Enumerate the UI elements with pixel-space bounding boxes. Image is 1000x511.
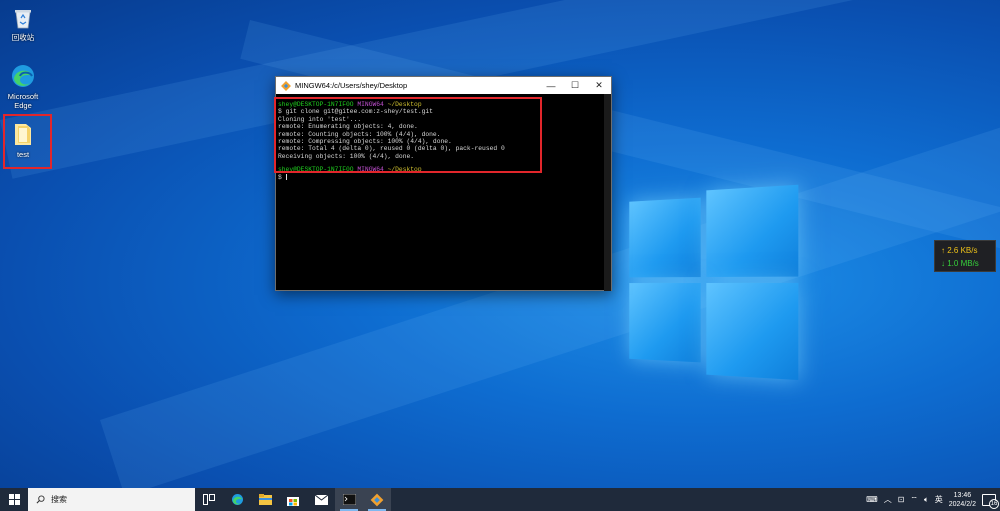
terminal-icon (342, 494, 356, 505)
git-bash-icon (281, 80, 291, 91)
search-icon (36, 495, 45, 504)
desktop-icon-label: 回收站 (11, 33, 35, 42)
close-button[interactable]: ✕ (587, 77, 611, 94)
terminal-title-bar[interactable]: MINGW64:/c/Users/shey/Desktop — ☐ ✕ (276, 77, 611, 94)
clock-date: 2024/2/2 (948, 500, 976, 508)
taskbar-store[interactable] (279, 488, 307, 511)
mail-icon (314, 494, 328, 505)
taskbar-file-explorer[interactable] (251, 488, 279, 511)
terminal-scrollbar[interactable] (604, 94, 611, 291)
terminal-title: MINGW64:/c/Users/shey/Desktop (295, 81, 408, 90)
clock-time: 13:46 (953, 491, 972, 499)
input-line[interactable]: $ (278, 174, 609, 181)
taskbar-search-box[interactable]: 搜索 (28, 488, 195, 511)
store-icon (287, 496, 299, 506)
chevron-up-icon[interactable]: ︿ (884, 494, 892, 505)
system-tray: ⌨ ︿ ⊡ ⌔ 🔈︎ 英 13:46 2024/2/2 16 (866, 488, 1000, 511)
notification-count: 16 (989, 498, 999, 509)
desktop-icon-recycle-bin[interactable]: 回收站 (1, 6, 45, 42)
taskbar-task-view[interactable] (195, 488, 223, 511)
taskbar-git[interactable] (363, 488, 391, 511)
text-cursor (285, 173, 287, 180)
highlight-box-test-folder (3, 114, 52, 169)
system-clock[interactable]: 13:46 2024/2/2 (949, 491, 976, 509)
search-placeholder: 搜索 (51, 495, 67, 504)
minimize-button[interactable]: — (539, 77, 563, 94)
git-icon (370, 493, 384, 506)
edge-icon (12, 65, 34, 87)
desktop-icon-edge[interactable]: Microsoft Edge (1, 63, 45, 110)
wifi-icon[interactable]: ⌔ (910, 495, 918, 505)
download-speed: ↓ 1.0 MB/s (941, 259, 979, 268)
network-icon[interactable]: ⊡ (898, 495, 905, 504)
desktop-icon-label: Microsoft Edge (7, 92, 39, 110)
keyboard-icon[interactable]: ⌨ (866, 495, 878, 504)
network-speed-widget: ↑ 2.6 KB/s ↓ 1.0 MB/s (934, 240, 996, 272)
windows-logo-wallpaper (629, 176, 806, 393)
ime-indicator[interactable]: 英 (935, 494, 943, 505)
taskbar-terminal[interactable] (335, 488, 363, 511)
highlight-box-clone-output (274, 97, 542, 173)
notification-center-icon[interactable]: 16 (982, 493, 999, 509)
taskbar-mail[interactable] (307, 488, 335, 511)
upload-speed: ↑ 2.6 KB/s (941, 246, 978, 255)
taskbar: 搜索 ⌨ ︿ ⊡ ⌔ 🔈︎ 英 13:46 2024/2/2 16 (0, 488, 1000, 511)
start-button[interactable] (0, 488, 28, 511)
maximize-button[interactable]: ☐ (563, 77, 587, 94)
edge-icon (231, 494, 243, 505)
windows-start-icon (8, 494, 20, 505)
recycle-bin-icon (15, 10, 31, 29)
terminal-window[interactable]: MINGW64:/c/Users/shey/Desktop — ☐ ✕ shey… (274, 76, 612, 291)
volume-icon[interactable]: 🔈︎ (924, 495, 929, 505)
taskbar-edge[interactable] (223, 488, 251, 511)
task-view-icon (203, 494, 215, 505)
file-explorer-icon (258, 494, 272, 505)
